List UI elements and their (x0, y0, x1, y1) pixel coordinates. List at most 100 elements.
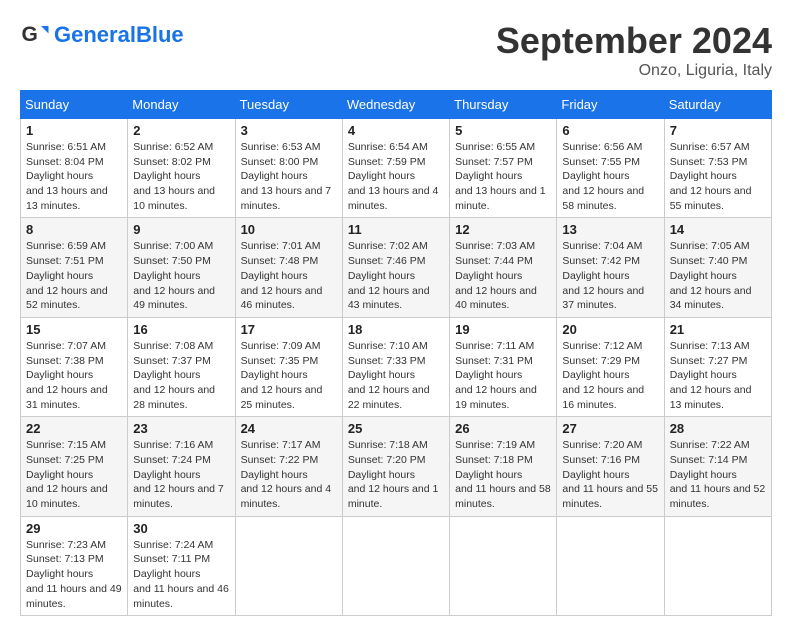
day-info: Sunrise: 6:57 AM Sunset: 7:53 PM Dayligh… (670, 140, 766, 213)
calendar-day-cell (235, 516, 342, 615)
calendar-day-cell: 20 Sunrise: 7:12 AM Sunset: 7:29 PM Dayl… (557, 317, 664, 416)
logo-general: General (54, 22, 136, 47)
calendar-day-cell (342, 516, 449, 615)
day-info: Sunrise: 7:15 AM Sunset: 7:25 PM Dayligh… (26, 438, 122, 511)
day-number: 17 (241, 322, 337, 337)
day-number: 22 (26, 421, 122, 436)
day-number: 16 (133, 322, 229, 337)
day-info: Sunrise: 7:23 AM Sunset: 7:13 PM Dayligh… (26, 538, 122, 611)
calendar-day-cell: 3 Sunrise: 6:53 AM Sunset: 8:00 PM Dayli… (235, 119, 342, 218)
day-info: Sunrise: 7:12 AM Sunset: 7:29 PM Dayligh… (562, 339, 658, 412)
calendar-week-row: 1 Sunrise: 6:51 AM Sunset: 8:04 PM Dayli… (21, 119, 772, 218)
calendar-day-cell: 8 Sunrise: 6:59 AM Sunset: 7:51 PM Dayli… (21, 218, 128, 317)
calendar-day-cell: 29 Sunrise: 7:23 AM Sunset: 7:13 PM Dayl… (21, 516, 128, 615)
title-area: September 2024 Onzo, Liguria, Italy (496, 20, 772, 80)
day-info: Sunrise: 6:55 AM Sunset: 7:57 PM Dayligh… (455, 140, 551, 213)
day-info: Sunrise: 7:20 AM Sunset: 7:16 PM Dayligh… (562, 438, 658, 511)
calendar-day-cell (664, 516, 771, 615)
day-of-week-header: Wednesday (342, 91, 449, 119)
calendar-week-row: 22 Sunrise: 7:15 AM Sunset: 7:25 PM Dayl… (21, 417, 772, 516)
header: G GeneralBlue September 2024 Onzo, Ligur… (20, 20, 772, 80)
day-info: Sunrise: 7:04 AM Sunset: 7:42 PM Dayligh… (562, 239, 658, 312)
calendar-day-cell: 23 Sunrise: 7:16 AM Sunset: 7:24 PM Dayl… (128, 417, 235, 516)
calendar-day-cell: 2 Sunrise: 6:52 AM Sunset: 8:02 PM Dayli… (128, 119, 235, 218)
day-of-week-header: Thursday (450, 91, 557, 119)
day-of-week-header: Sunday (21, 91, 128, 119)
day-number: 9 (133, 222, 229, 237)
day-number: 2 (133, 123, 229, 138)
day-info: Sunrise: 7:00 AM Sunset: 7:50 PM Dayligh… (133, 239, 229, 312)
day-number: 24 (241, 421, 337, 436)
day-info: Sunrise: 7:13 AM Sunset: 7:27 PM Dayligh… (670, 339, 766, 412)
day-info: Sunrise: 7:07 AM Sunset: 7:38 PM Dayligh… (26, 339, 122, 412)
day-number: 19 (455, 322, 551, 337)
calendar-day-cell: 11 Sunrise: 7:02 AM Sunset: 7:46 PM Dayl… (342, 218, 449, 317)
day-of-week-header: Tuesday (235, 91, 342, 119)
calendar-day-cell: 27 Sunrise: 7:20 AM Sunset: 7:16 PM Dayl… (557, 417, 664, 516)
day-number: 13 (562, 222, 658, 237)
calendar-day-cell: 24 Sunrise: 7:17 AM Sunset: 7:22 PM Dayl… (235, 417, 342, 516)
day-info: Sunrise: 7:24 AM Sunset: 7:11 PM Dayligh… (133, 538, 229, 611)
calendar-day-cell: 28 Sunrise: 7:22 AM Sunset: 7:14 PM Dayl… (664, 417, 771, 516)
calendar-week-row: 15 Sunrise: 7:07 AM Sunset: 7:38 PM Dayl… (21, 317, 772, 416)
day-info: Sunrise: 7:02 AM Sunset: 7:46 PM Dayligh… (348, 239, 444, 312)
calendar-day-cell (557, 516, 664, 615)
location: Onzo, Liguria, Italy (496, 62, 772, 80)
calendar-day-cell: 30 Sunrise: 7:24 AM Sunset: 7:11 PM Dayl… (128, 516, 235, 615)
day-info: Sunrise: 6:51 AM Sunset: 8:04 PM Dayligh… (26, 140, 122, 213)
calendar-day-cell: 14 Sunrise: 7:05 AM Sunset: 7:40 PM Dayl… (664, 218, 771, 317)
day-number: 8 (26, 222, 122, 237)
day-number: 21 (670, 322, 766, 337)
calendar-day-cell: 5 Sunrise: 6:55 AM Sunset: 7:57 PM Dayli… (450, 119, 557, 218)
svg-text:G: G (22, 23, 38, 46)
calendar-day-cell: 17 Sunrise: 7:09 AM Sunset: 7:35 PM Dayl… (235, 317, 342, 416)
calendar-day-cell: 9 Sunrise: 7:00 AM Sunset: 7:50 PM Dayli… (128, 218, 235, 317)
day-info: Sunrise: 7:08 AM Sunset: 7:37 PM Dayligh… (133, 339, 229, 412)
calendar-day-cell: 19 Sunrise: 7:11 AM Sunset: 7:31 PM Dayl… (450, 317, 557, 416)
day-number: 7 (670, 123, 766, 138)
day-info: Sunrise: 6:52 AM Sunset: 8:02 PM Dayligh… (133, 140, 229, 213)
day-info: Sunrise: 7:05 AM Sunset: 7:40 PM Dayligh… (670, 239, 766, 312)
calendar-day-cell: 12 Sunrise: 7:03 AM Sunset: 7:44 PM Dayl… (450, 218, 557, 317)
calendar: SundayMondayTuesdayWednesdayThursdayFrid… (20, 90, 772, 616)
day-number: 29 (26, 521, 122, 536)
day-info: Sunrise: 7:01 AM Sunset: 7:48 PM Dayligh… (241, 239, 337, 312)
day-info: Sunrise: 7:22 AM Sunset: 7:14 PM Dayligh… (670, 438, 766, 511)
day-number: 28 (670, 421, 766, 436)
day-number: 3 (241, 123, 337, 138)
calendar-day-cell: 18 Sunrise: 7:10 AM Sunset: 7:33 PM Dayl… (342, 317, 449, 416)
day-number: 27 (562, 421, 658, 436)
calendar-day-cell: 1 Sunrise: 6:51 AM Sunset: 8:04 PM Dayli… (21, 119, 128, 218)
day-number: 23 (133, 421, 229, 436)
day-number: 25 (348, 421, 444, 436)
day-number: 18 (348, 322, 444, 337)
calendar-day-cell: 26 Sunrise: 7:19 AM Sunset: 7:18 PM Dayl… (450, 417, 557, 516)
calendar-day-cell: 15 Sunrise: 7:07 AM Sunset: 7:38 PM Dayl… (21, 317, 128, 416)
calendar-day-cell: 22 Sunrise: 7:15 AM Sunset: 7:25 PM Dayl… (21, 417, 128, 516)
logo-text: GeneralBlue (54, 22, 184, 48)
day-info: Sunrise: 6:54 AM Sunset: 7:59 PM Dayligh… (348, 140, 444, 213)
calendar-day-cell: 7 Sunrise: 6:57 AM Sunset: 7:53 PM Dayli… (664, 119, 771, 218)
day-info: Sunrise: 7:16 AM Sunset: 7:24 PM Dayligh… (133, 438, 229, 511)
logo-icon: G (20, 20, 50, 50)
day-number: 1 (26, 123, 122, 138)
day-of-week-header: Saturday (664, 91, 771, 119)
calendar-day-cell: 13 Sunrise: 7:04 AM Sunset: 7:42 PM Dayl… (557, 218, 664, 317)
calendar-day-cell (450, 516, 557, 615)
calendar-week-row: 29 Sunrise: 7:23 AM Sunset: 7:13 PM Dayl… (21, 516, 772, 615)
day-info: Sunrise: 7:09 AM Sunset: 7:35 PM Dayligh… (241, 339, 337, 412)
day-number: 20 (562, 322, 658, 337)
logo: G GeneralBlue (20, 20, 184, 50)
day-number: 5 (455, 123, 551, 138)
day-info: Sunrise: 7:17 AM Sunset: 7:22 PM Dayligh… (241, 438, 337, 511)
calendar-day-cell: 10 Sunrise: 7:01 AM Sunset: 7:48 PM Dayl… (235, 218, 342, 317)
calendar-week-row: 8 Sunrise: 6:59 AM Sunset: 7:51 PM Dayli… (21, 218, 772, 317)
calendar-day-cell: 4 Sunrise: 6:54 AM Sunset: 7:59 PM Dayli… (342, 119, 449, 218)
day-number: 30 (133, 521, 229, 536)
day-number: 11 (348, 222, 444, 237)
day-number: 15 (26, 322, 122, 337)
day-number: 12 (455, 222, 551, 237)
day-number: 4 (348, 123, 444, 138)
day-info: Sunrise: 7:18 AM Sunset: 7:20 PM Dayligh… (348, 438, 444, 511)
day-info: Sunrise: 7:10 AM Sunset: 7:33 PM Dayligh… (348, 339, 444, 412)
